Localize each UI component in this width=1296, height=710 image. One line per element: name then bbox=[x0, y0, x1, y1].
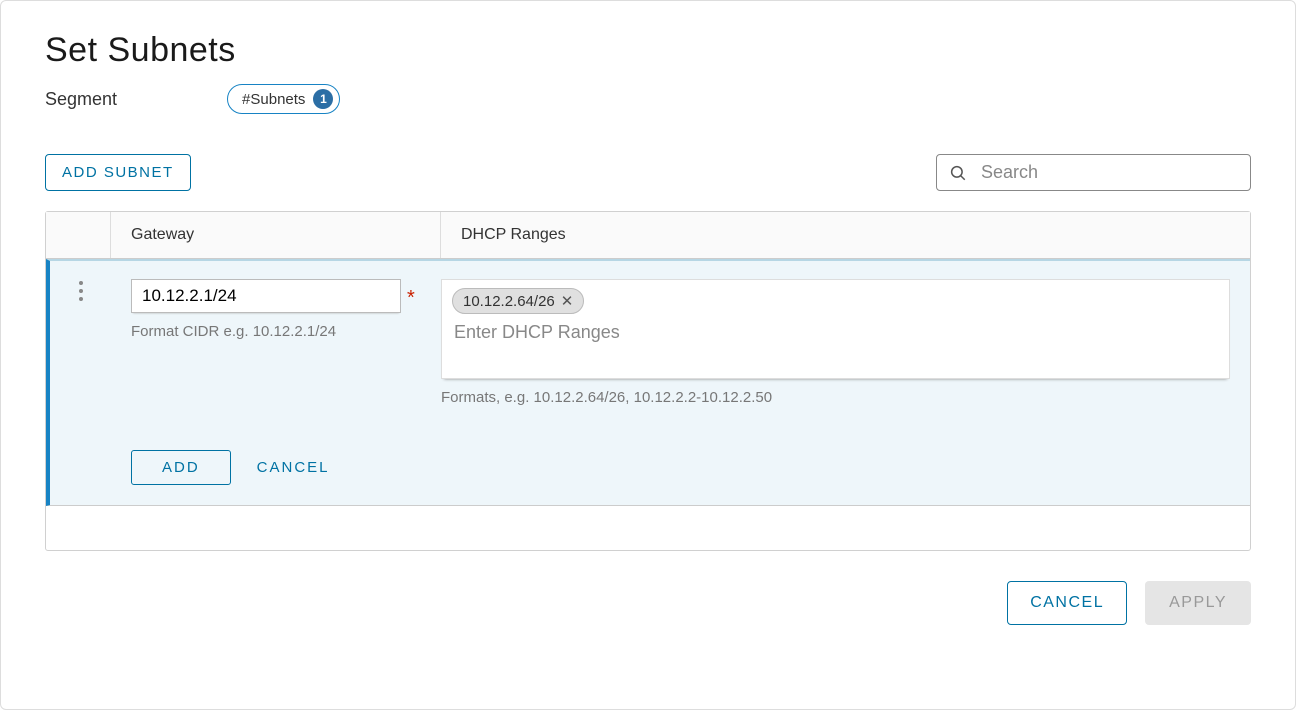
set-subnets-dialog: Set Subnets Segment #Subnets 1 ADD SUBNE… bbox=[0, 0, 1296, 710]
dhcp-ranges-field[interactable]: 10.12.2.64/26 ✕ bbox=[441, 279, 1230, 379]
tag-text: 10.12.2.64/26 bbox=[463, 293, 555, 310]
chip-count: 1 bbox=[313, 89, 333, 109]
dhcp-ranges-input[interactable] bbox=[452, 314, 1219, 351]
subnets-table: Gateway DHCP Ranges * Format CIDR e.g. 1… bbox=[45, 211, 1251, 551]
empty-row bbox=[46, 506, 1250, 550]
search-field[interactable] bbox=[936, 154, 1251, 191]
chip-label: #Subnets bbox=[242, 91, 305, 108]
row-actions-menu[interactable] bbox=[79, 281, 83, 485]
dhcp-cell: 10.12.2.64/26 ✕ Formats, e.g. 10.12.2.64… bbox=[441, 261, 1250, 485]
dialog-title: Set Subnets bbox=[45, 31, 1251, 70]
table-row-editing: * Format CIDR e.g. 10.12.2.1/24 ADD CANC… bbox=[46, 259, 1250, 506]
gateway-input[interactable] bbox=[131, 279, 401, 313]
table-header: Gateway DHCP Ranges bbox=[46, 212, 1250, 259]
segment-row: Segment #Subnets 1 bbox=[45, 84, 1251, 114]
remove-tag-icon[interactable]: ✕ bbox=[561, 292, 574, 310]
dhcp-hint: Formats, e.g. 10.12.2.64/26, 10.12.2.2-1… bbox=[441, 389, 1230, 406]
col-actions bbox=[46, 212, 111, 258]
search-input[interactable] bbox=[979, 161, 1238, 184]
search-icon bbox=[949, 164, 967, 182]
col-gateway: Gateway bbox=[111, 212, 441, 258]
add-subnet-button[interactable]: ADD SUBNET bbox=[45, 154, 191, 191]
dialog-footer: CANCEL APPLY bbox=[45, 581, 1251, 625]
row-cancel-button[interactable]: CANCEL bbox=[257, 459, 330, 476]
required-asterisk: * bbox=[407, 288, 415, 308]
col-dhcp: DHCP Ranges bbox=[441, 212, 1250, 258]
toolbar: ADD SUBNET bbox=[45, 154, 1251, 191]
add-button[interactable]: ADD bbox=[131, 450, 231, 485]
dhcp-range-tag: 10.12.2.64/26 ✕ bbox=[452, 288, 584, 314]
apply-button[interactable]: APPLY bbox=[1145, 581, 1251, 625]
segment-label: Segment bbox=[45, 89, 117, 110]
gateway-cell: * Format CIDR e.g. 10.12.2.1/24 ADD CANC… bbox=[111, 261, 441, 485]
subnets-chip[interactable]: #Subnets 1 bbox=[227, 84, 340, 114]
gateway-hint: Format CIDR e.g. 10.12.2.1/24 bbox=[131, 323, 421, 340]
cancel-button[interactable]: CANCEL bbox=[1007, 581, 1127, 625]
